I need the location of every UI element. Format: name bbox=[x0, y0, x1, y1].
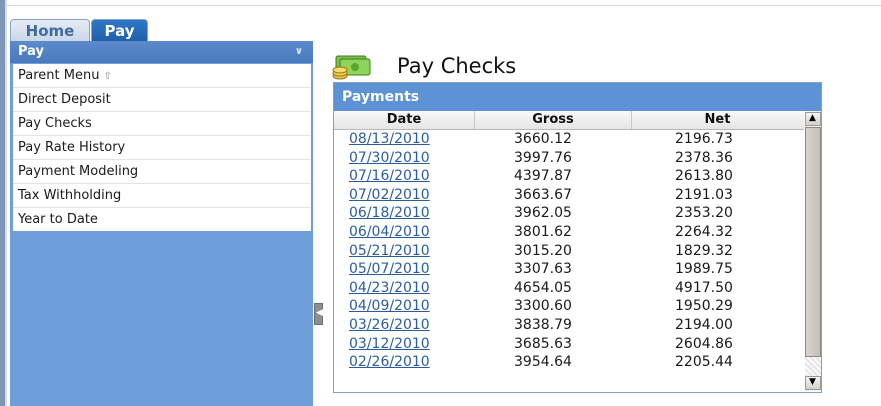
table-row: 06/18/2010 3962.05 2353.20 bbox=[334, 204, 804, 223]
sidebar-item-direct-deposit[interactable]: Direct Deposit bbox=[13, 88, 311, 112]
scroll-down-button[interactable]: ▼ bbox=[805, 376, 821, 390]
table-row: 07/30/2010 3997.76 2378.36 bbox=[334, 149, 804, 168]
net-amount: 4917.50 bbox=[675, 279, 733, 296]
payment-date-link[interactable]: 07/16/2010 bbox=[349, 167, 430, 185]
column-header-net[interactable]: Net bbox=[632, 111, 803, 129]
table-row: 05/07/2010 3307.63 1989.75 bbox=[334, 260, 804, 279]
gross-amount: 3663.67 bbox=[514, 186, 572, 203]
sidebar: Pay ∨ Parent Menu ⇧ Direct Deposit Pay Ch… bbox=[10, 41, 313, 406]
left-frame-border-inner bbox=[5, 0, 7, 406]
sidebar-item-year-to-date[interactable]: Year to Date bbox=[13, 208, 311, 231]
vertical-scrollbar[interactable]: ▲ ▼ bbox=[805, 111, 821, 391]
payment-date-link[interactable]: 08/13/2010 bbox=[349, 130, 430, 148]
payment-date-link[interactable]: 04/09/2010 bbox=[349, 297, 430, 315]
net-amount: 2205.44 bbox=[675, 354, 733, 371]
payment-date-link[interactable]: 03/26/2010 bbox=[349, 316, 430, 334]
sidebar-item-label: Tax Withholding bbox=[18, 188, 122, 203]
gross-amount: 3015.20 bbox=[514, 242, 572, 259]
sidebar-item-label: Direct Deposit bbox=[18, 92, 111, 107]
top-divider bbox=[0, 5, 881, 6]
scrollbar-thumb[interactable] bbox=[805, 127, 821, 357]
table-row: 06/04/2010 3801.62 2264.32 bbox=[334, 223, 804, 242]
net-amount: 1950.29 bbox=[675, 298, 733, 315]
sidebar-item-label: Payment Modeling bbox=[18, 164, 139, 179]
table-row: 03/12/2010 3685.63 2604.86 bbox=[334, 335, 804, 354]
net-amount: 2353.20 bbox=[675, 205, 733, 222]
sidebar-item-label: Pay Rate History bbox=[18, 140, 126, 155]
table-header-row: Date Gross Net bbox=[334, 111, 804, 130]
gross-amount: 3962.05 bbox=[514, 205, 572, 222]
table-row: 07/02/2010 3663.67 2191.03 bbox=[334, 186, 804, 205]
table-row: 03/26/2010 3838.79 2194.00 bbox=[334, 316, 804, 335]
payments-panel-title: Payments bbox=[342, 89, 420, 105]
column-header-gross[interactable]: Gross bbox=[475, 111, 632, 129]
tab-home[interactable]: Home bbox=[10, 19, 90, 42]
scrollbar-track[interactable] bbox=[805, 357, 821, 376]
payment-date-link[interactable]: 07/30/2010 bbox=[349, 149, 430, 167]
arrow-down-icon: ▼ bbox=[809, 377, 816, 387]
net-amount: 1989.75 bbox=[675, 261, 733, 278]
net-amount: 2378.36 bbox=[675, 149, 733, 166]
sidebar-item-parent-menu[interactable]: Parent Menu ⇧ bbox=[13, 64, 311, 88]
net-amount: 2613.80 bbox=[675, 168, 733, 185]
gross-amount: 3685.63 bbox=[514, 335, 572, 352]
payment-date-link[interactable]: 06/04/2010 bbox=[349, 223, 430, 241]
table-row: 04/09/2010 3300.60 1950.29 bbox=[334, 297, 804, 316]
sidebar-item-tax-withholding[interactable]: Tax Withholding bbox=[13, 184, 311, 208]
net-amount: 2194.00 bbox=[675, 316, 733, 333]
sidebar-item-label: Year to Date bbox=[18, 212, 98, 227]
tab-pay[interactable]: Pay bbox=[91, 19, 148, 42]
net-amount: 1829.32 bbox=[675, 242, 733, 259]
payments-panel-header: Payments bbox=[334, 83, 821, 111]
net-amount: 2196.73 bbox=[675, 131, 733, 147]
payments-panel: Payments Date Gross Net 08/13/2010 3660.1… bbox=[333, 82, 822, 393]
sidebar-menu: Parent Menu ⇧ Direct Deposit Pay Checks P… bbox=[13, 64, 311, 231]
gross-amount: 3801.62 bbox=[514, 223, 572, 240]
up-arrow-icon: ⇧ bbox=[103, 71, 112, 82]
net-amount: 2191.03 bbox=[675, 186, 733, 203]
chevron-left-icon: ◀ bbox=[316, 308, 323, 318]
payment-date-link[interactable]: 05/07/2010 bbox=[349, 260, 430, 278]
sidebar-header-title: Pay bbox=[18, 44, 45, 59]
gross-amount: 3838.79 bbox=[514, 316, 572, 333]
payment-date-link[interactable]: 04/23/2010 bbox=[349, 279, 430, 297]
table-row: 08/13/2010 3660.12 2196.73 bbox=[334, 130, 804, 149]
payment-date-link[interactable]: 03/12/2010 bbox=[349, 335, 430, 353]
gross-amount: 3300.60 bbox=[514, 298, 572, 315]
scroll-up-button[interactable]: ▲ bbox=[805, 112, 821, 126]
gross-amount: 3954.64 bbox=[514, 354, 572, 371]
gross-amount: 3307.63 bbox=[514, 261, 572, 278]
arrow-up-icon: ▲ bbox=[809, 113, 816, 123]
sidebar-collapse-handle[interactable]: ◀ bbox=[314, 303, 323, 325]
gross-amount: 3660.12 bbox=[514, 131, 572, 147]
gross-amount: 3997.76 bbox=[514, 149, 572, 166]
table-row: 04/23/2010 4654.05 4917.50 bbox=[334, 279, 804, 298]
sidebar-item-label: Pay Checks bbox=[18, 116, 92, 131]
gross-amount: 4654.05 bbox=[514, 279, 572, 296]
net-amount: 2604.86 bbox=[675, 335, 733, 352]
gross-amount: 4397.87 bbox=[514, 168, 572, 185]
table-row: 02/26/2010 3954.64 2205.44 bbox=[334, 353, 804, 372]
sidebar-item-label: Parent Menu bbox=[18, 68, 100, 83]
payment-date-link[interactable]: 06/18/2010 bbox=[349, 204, 430, 222]
sidebar-item-pay-checks[interactable]: Pay Checks bbox=[13, 112, 311, 136]
column-header-date[interactable]: Date bbox=[334, 111, 475, 129]
payments-table-body: 08/13/2010 3660.12 2196.73 07/30/2010 3997.7… bbox=[334, 130, 804, 372]
table-row: 05/21/2010 3015.20 1829.32 bbox=[334, 242, 804, 261]
sidebar-item-payment-modeling[interactable]: Payment Modeling bbox=[13, 160, 311, 184]
payment-date-link[interactable]: 07/02/2010 bbox=[349, 186, 430, 204]
chevron-down-icon[interactable]: ∨ bbox=[295, 41, 303, 63]
page-title: Pay Checks bbox=[397, 54, 517, 78]
money-stack-icon bbox=[332, 55, 371, 80]
net-amount: 2264.32 bbox=[675, 223, 733, 240]
table-row: 07/16/2010 4397.87 2613.80 bbox=[334, 167, 804, 186]
sidebar-item-pay-rate-history[interactable]: Pay Rate History bbox=[13, 136, 311, 160]
payment-date-link[interactable]: 02/26/2010 bbox=[349, 353, 430, 371]
payment-date-link[interactable]: 05/21/2010 bbox=[349, 242, 430, 260]
sidebar-header[interactable]: Pay ∨ bbox=[10, 41, 313, 63]
